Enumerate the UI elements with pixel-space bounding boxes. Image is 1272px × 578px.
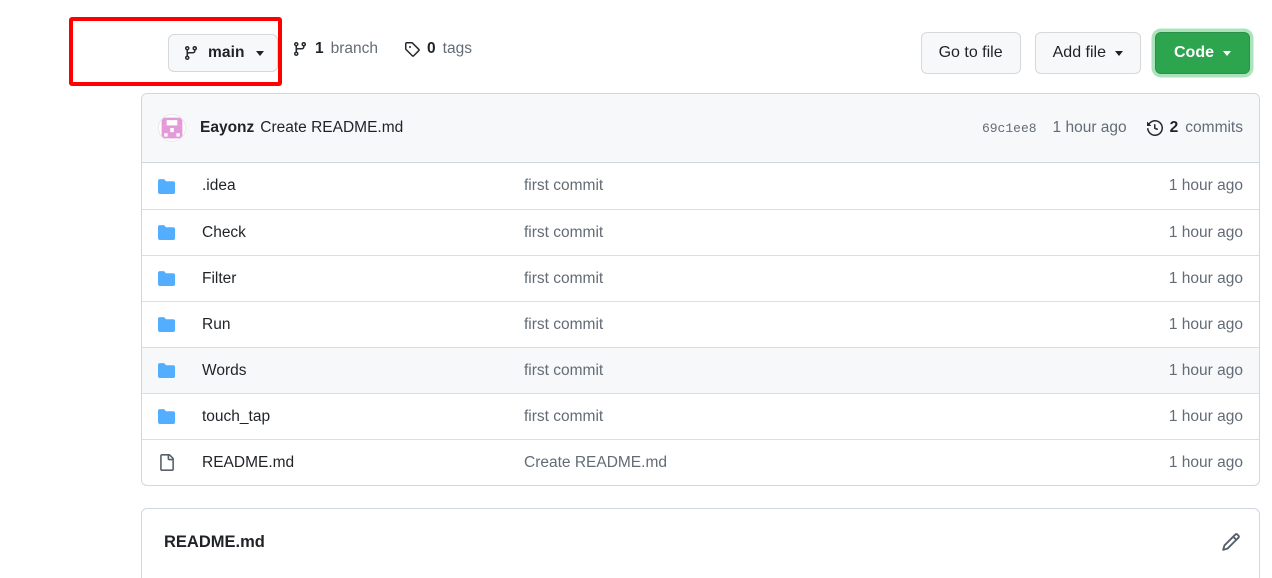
file-commit-message[interactable]: first commit bbox=[524, 270, 1103, 288]
branch-selector-button[interactable]: main bbox=[168, 34, 278, 72]
table-row[interactable]: Check first commit 1 hour ago bbox=[142, 209, 1259, 255]
folder-icon bbox=[158, 224, 202, 241]
branch-count-value: 1 bbox=[315, 40, 324, 57]
readme-header: README.md bbox=[142, 509, 1259, 575]
tag-icon bbox=[404, 41, 420, 57]
go-to-file-label: Go to file bbox=[938, 44, 1003, 61]
file-name-link[interactable]: .idea bbox=[202, 177, 524, 195]
commit-meta: 69c1ee8 1 hour ago 2 commits bbox=[982, 119, 1243, 137]
file-name-link[interactable]: touch_tap bbox=[202, 408, 524, 426]
repo-toolbar: main 1 branch 0 tags Go to file Add file… bbox=[0, 0, 1272, 92]
table-row[interactable]: Words first commit 1 hour ago bbox=[142, 347, 1259, 393]
commit-sha[interactable]: 69c1ee8 bbox=[982, 121, 1037, 136]
git-branch-icon bbox=[292, 41, 308, 57]
folder-icon bbox=[158, 316, 202, 333]
file-name-link[interactable]: Words bbox=[202, 362, 524, 380]
commit-author-name[interactable]: Eayonz bbox=[200, 119, 254, 137]
branch-name-label: main bbox=[208, 44, 245, 61]
pencil-icon[interactable] bbox=[1221, 532, 1241, 552]
commits-count-value: 2 bbox=[1169, 119, 1179, 136]
latest-commit-header: Eayonz Create README.md 69c1ee8 1 hour a… bbox=[142, 94, 1259, 163]
branch-count-link[interactable]: 1 branch bbox=[292, 40, 378, 58]
file-commit-message[interactable]: first commit bbox=[524, 224, 1103, 242]
code-button[interactable]: Code bbox=[1155, 32, 1250, 74]
repo-meta-group: 1 branch 0 tags bbox=[292, 40, 472, 58]
go-to-file-button[interactable]: Go to file bbox=[920, 32, 1021, 74]
tag-count-link[interactable]: 0 tags bbox=[404, 40, 472, 58]
commit-message[interactable]: Create README.md bbox=[260, 119, 403, 137]
folder-icon bbox=[158, 178, 202, 195]
tag-count-label: tags bbox=[442, 40, 472, 57]
table-row[interactable]: Filter first commit 1 hour ago bbox=[142, 255, 1259, 301]
file-name-link[interactable]: README.md bbox=[202, 454, 524, 472]
avatar bbox=[158, 114, 186, 142]
table-row[interactable]: README.md Create README.md 1 hour ago bbox=[142, 439, 1259, 485]
file-name-link[interactable]: Run bbox=[202, 316, 524, 334]
file-timestamp: 1 hour ago bbox=[1168, 315, 1243, 333]
commit-timestamp: 1 hour ago bbox=[1052, 119, 1127, 136]
readme-panel: README.md bbox=[141, 508, 1260, 578]
file-timestamp: 1 hour ago bbox=[1168, 269, 1243, 287]
file-timestamp: 1 hour ago bbox=[1168, 407, 1243, 425]
table-row[interactable]: .idea first commit 1 hour ago bbox=[142, 163, 1259, 209]
chevron-down-icon bbox=[1223, 50, 1231, 56]
file-commit-message[interactable]: Create README.md bbox=[524, 454, 1103, 472]
file-timestamp: 1 hour ago bbox=[1168, 177, 1243, 194]
chevron-down-icon bbox=[255, 50, 264, 56]
file-commit-message[interactable]: first commit bbox=[524, 177, 1103, 195]
file-commit-message[interactable]: first commit bbox=[524, 316, 1103, 334]
repository-file-browser: main 1 branch 0 tags Go to file Add file… bbox=[0, 0, 1272, 578]
file-timestamp: 1 hour ago bbox=[1168, 223, 1243, 241]
table-row[interactable]: touch_tap first commit 1 hour ago bbox=[142, 393, 1259, 439]
file-commit-message[interactable]: first commit bbox=[524, 408, 1103, 426]
tag-count-value: 0 bbox=[427, 40, 436, 57]
readme-title: README.md bbox=[164, 532, 265, 551]
chevron-down-icon bbox=[1115, 50, 1123, 56]
commit-history-link[interactable]: 2 commits bbox=[1146, 119, 1243, 137]
folder-icon bbox=[158, 362, 202, 379]
file-timestamp: 1 hour ago bbox=[1168, 453, 1243, 471]
file-name-link[interactable]: Filter bbox=[202, 270, 524, 288]
table-row[interactable]: Run first commit 1 hour ago bbox=[142, 301, 1259, 347]
history-icon bbox=[1146, 120, 1163, 136]
folder-icon bbox=[158, 408, 202, 425]
add-file-button[interactable]: Add file bbox=[1034, 32, 1141, 74]
file-rows: .idea first commit 1 hour ago Check first co… bbox=[142, 163, 1259, 485]
file-icon bbox=[158, 454, 202, 471]
code-label: Code bbox=[1174, 44, 1214, 61]
file-name-link[interactable]: Check bbox=[202, 224, 524, 242]
file-list-container: Eayonz Create README.md 69c1ee8 1 hour a… bbox=[141, 93, 1260, 486]
repo-action-buttons: Go to file Add file Code bbox=[920, 32, 1250, 74]
folder-icon bbox=[158, 270, 202, 287]
file-commit-message[interactable]: first commit bbox=[524, 362, 1103, 380]
add-file-label: Add file bbox=[1052, 44, 1106, 61]
git-branch-icon bbox=[183, 45, 199, 61]
file-timestamp: 1 hour ago bbox=[1168, 361, 1243, 379]
commits-count-label: commits bbox=[1185, 119, 1243, 136]
branch-count-label: branch bbox=[330, 40, 379, 57]
